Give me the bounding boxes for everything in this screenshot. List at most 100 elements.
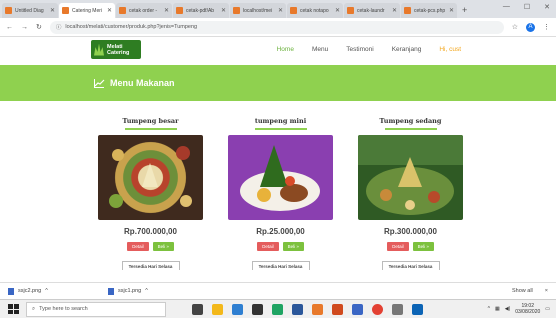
product-price: Rp.25.000,00 — [256, 227, 305, 236]
detail-button[interactable]: Detail — [127, 242, 149, 251]
sublime-icon[interactable] — [332, 303, 343, 315]
product-card: tumpeng mini Rp.25.000,00 Detail Beli » … — [228, 117, 333, 270]
close-icon[interactable]: ✕ — [107, 7, 112, 14]
close-icon[interactable]: ✕ — [164, 7, 169, 14]
chevron-up-icon[interactable]: ^ — [488, 306, 490, 312]
browser-extensions: ☆ A ⋮ — [512, 22, 550, 32]
product-name: tumpeng mini — [254, 117, 307, 125]
window-close-icon[interactable]: ✕ — [544, 3, 550, 11]
url-field[interactable]: ⓘ localhost/melati/customer/produk.php?j… — [49, 20, 504, 34]
product-image[interactable] — [358, 135, 463, 220]
browser-tab[interactable]: cetak notapo ✕ — [287, 3, 343, 18]
product-name: Tumpeng sedang — [379, 117, 442, 125]
tab-favicon-icon — [62, 7, 69, 14]
nav-testimoni[interactable]: Testimoni — [346, 46, 373, 53]
chrome-icon[interactable] — [372, 303, 383, 315]
tab-label: Catering Meri — [72, 7, 103, 14]
close-downloads-button[interactable]: × — [545, 288, 548, 294]
browser-tab[interactable]: Untitled Diag ✕ — [2, 3, 58, 18]
notification-icon[interactable]: ▭ — [545, 306, 550, 312]
taskbar-search-input[interactable]: ⌕ Type here to search — [26, 301, 166, 317]
close-icon[interactable]: ✕ — [392, 7, 397, 14]
windows-taskbar: ⌕ Type here to search ^ ▦ ◀) 19:02 03/08… — [0, 299, 556, 318]
app-icon[interactable] — [352, 303, 363, 315]
avatar[interactable]: A — [526, 22, 535, 32]
tab-favicon-icon — [347, 7, 354, 14]
close-icon[interactable]: ✕ — [50, 7, 55, 14]
network-icon[interactable]: ▦ — [495, 306, 500, 312]
close-icon[interactable]: ✕ — [278, 7, 283, 14]
tab-label: cetak-laundr — [357, 7, 385, 14]
product-price: Rp.700.000,00 — [124, 227, 177, 236]
windows-start-icon[interactable] — [6, 302, 20, 316]
browser-tab[interactable]: cetak-pcs.php ✕ — [401, 3, 457, 18]
file-explorer-icon[interactable] — [212, 303, 223, 315]
window-controls: — ☐ ✕ — [503, 3, 550, 11]
close-icon[interactable]: ✕ — [335, 7, 340, 14]
buy-button[interactable]: Beli » — [412, 242, 434, 251]
browser-tab-strip: Untitled Diag ✕ Catering Meri ✕ cetak orde… — [0, 0, 556, 18]
address-bar-row: ← → ↻ ⓘ localhost/melati/customer/produk… — [0, 18, 556, 37]
volume-icon[interactable]: ◀) — [505, 306, 511, 312]
chevron-up-icon[interactable]: ^ — [145, 288, 148, 294]
app-icon[interactable] — [392, 303, 403, 315]
back-icon[interactable]: ← — [6, 24, 13, 31]
star-icon[interactable]: ☆ — [512, 23, 518, 31]
maximize-icon[interactable]: ☐ — [524, 3, 530, 11]
tab-label: cetak order - — [129, 7, 158, 14]
product-card: Tumpeng sedang Rp.300.000,00 Detail Beli… — [358, 117, 463, 270]
app-icon[interactable] — [272, 303, 283, 315]
menu-banner: Menu Makanan — [0, 65, 556, 101]
tab-label: localhost/mei — [243, 7, 273, 14]
more-menu-icon[interactable]: ⋮ — [543, 23, 550, 31]
nav-keranjang[interactable]: Keranjang — [392, 46, 422, 53]
tab-label: cetak-pcs.php — [414, 7, 446, 14]
logo-line2: Catering — [107, 49, 130, 56]
product-actions: Detail Beli » — [228, 242, 333, 251]
download-filename: ssjc2.png — [18, 288, 42, 294]
site-logo[interactable]: Melati Catering — [91, 40, 141, 59]
forward-icon[interactable]: → — [21, 24, 28, 31]
clock[interactable]: 19:02 03/08/2020 — [515, 303, 540, 315]
show-all-button[interactable]: Show all — [512, 288, 533, 294]
chevron-up-icon[interactable]: ^ — [45, 288, 48, 294]
buy-button[interactable]: Beli » — [282, 242, 304, 251]
food-decoration — [358, 135, 463, 215]
close-icon[interactable]: ✕ — [449, 7, 454, 14]
browser-tab-active[interactable]: Catering Meri ✕ — [59, 3, 115, 18]
product-actions: Detail Beli » — [358, 242, 463, 251]
browser-tab[interactable]: localhost/mei ✕ — [230, 3, 286, 18]
browser-tab[interactable]: cetak-pdf/Ab ✕ — [173, 3, 229, 18]
browser-tab[interactable]: cetak-laundr ✕ — [344, 3, 400, 18]
download-item[interactable]: ssjc1.png ^ — [108, 287, 178, 295]
app-icon[interactable] — [412, 303, 423, 315]
tab-favicon-icon — [5, 7, 12, 14]
system-tray: ^ ▦ ◀) 19:02 03/08/2020 ▭ — [488, 303, 556, 315]
reload-icon[interactable]: ↻ — [36, 23, 42, 31]
word-icon[interactable] — [292, 303, 303, 315]
availability-label: Tersedia Hari Selasa — [121, 261, 180, 270]
nav-user[interactable]: Hi, cust — [439, 46, 461, 53]
new-tab-icon[interactable]: + — [462, 3, 467, 18]
nav-menu[interactable]: Menu — [312, 46, 328, 53]
product-image[interactable] — [98, 135, 203, 220]
food-decoration — [109, 146, 192, 208]
product-card: Tumpeng besar Rp.700.000,00 Detail Beli … — [98, 117, 203, 270]
edge-icon[interactable] — [232, 303, 243, 315]
store-icon[interactable] — [252, 303, 263, 315]
task-view-icon[interactable] — [192, 303, 203, 315]
buy-button[interactable]: Beli » — [152, 242, 174, 251]
product-image[interactable] — [228, 135, 333, 220]
xampp-icon[interactable] — [312, 303, 323, 315]
taskbar-apps — [192, 303, 423, 315]
nav-home[interactable]: Home — [277, 46, 294, 53]
info-icon[interactable]: ⓘ — [56, 23, 62, 31]
tab-label: cetak notapo — [300, 7, 329, 14]
download-item[interactable]: ssjc2.png ^ — [8, 287, 78, 295]
minimize-icon[interactable]: — — [503, 3, 510, 11]
search-icon: ⌕ — [32, 305, 36, 312]
browser-tab[interactable]: cetak order - ✕ — [116, 3, 172, 18]
detail-button[interactable]: Detail — [257, 242, 279, 251]
detail-button[interactable]: Detail — [387, 242, 409, 251]
close-icon[interactable]: ✕ — [221, 7, 226, 14]
